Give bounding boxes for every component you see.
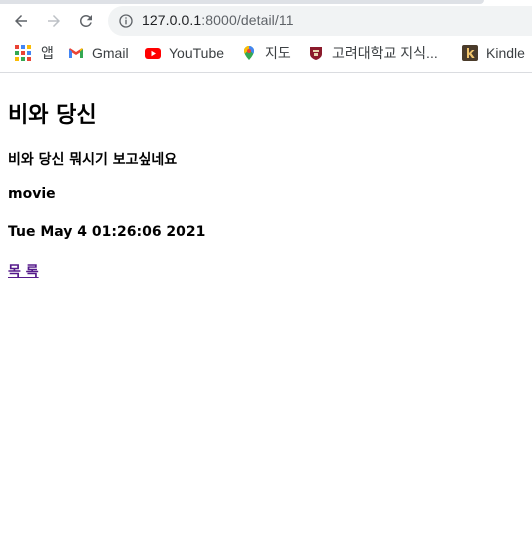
post-content: 비와 당신 뭐시기 보고싶네요	[8, 152, 178, 168]
bookmark-kindle[interactable]: Kindle	[462, 44, 525, 62]
bookmark-youtube[interactable]: YouTube	[145, 44, 224, 62]
kindle-icon	[462, 45, 478, 61]
gmail-icon	[69, 48, 83, 58]
back-button[interactable]	[7, 7, 35, 35]
browser-chrome: 127.0.0.1:8000/detail/11 앱 Gmail YouTube…	[0, 0, 532, 73]
forward-arrow-icon	[48, 15, 60, 27]
post-date: Tue May 4 01:26:06 2021	[8, 224, 206, 240]
bookmarks-bar: 앱 Gmail YouTube 지도 고려대학교 지식... Kindle	[0, 40, 532, 66]
forward-button[interactable]	[40, 7, 68, 35]
apps-icon	[15, 45, 31, 61]
bookmark-label: 지도	[265, 45, 291, 61]
bookmark-label: Gmail	[92, 45, 129, 61]
bookmark-label: 앱	[41, 45, 54, 61]
site-info-icon[interactable]	[118, 13, 134, 29]
bookmark-maps[interactable]: 지도	[241, 44, 291, 62]
back-arrow-icon	[15, 15, 27, 27]
post-category: movie	[8, 186, 56, 202]
bookmark-gmail[interactable]: Gmail	[68, 44, 129, 62]
address-bar[interactable]: 127.0.0.1:8000/detail/11	[108, 6, 532, 36]
tab-strip	[0, 0, 484, 4]
url-path: :8000/detail/11	[201, 12, 294, 28]
page-title: 비와 당신	[8, 103, 97, 128]
korea-university-icon	[310, 47, 322, 60]
url-host: 127.0.0.1	[142, 12, 202, 28]
maps-icon	[244, 46, 254, 60]
url-text[interactable]: 127.0.0.1:8000/detail/11	[142, 12, 294, 28]
reload-icon	[80, 14, 92, 27]
list-link[interactable]: 목 록	[8, 261, 39, 281]
bookmark-label: YouTube	[169, 45, 225, 61]
bookmark-label: Kindle	[486, 45, 525, 61]
youtube-icon	[145, 48, 161, 59]
bookmark-apps[interactable]: 앱	[15, 44, 54, 62]
browser-toolbar: 127.0.0.1:8000/detail/11	[0, 6, 532, 36]
bookmark-label: 고려대학교 지식...	[332, 45, 438, 61]
bookmark-korea-university[interactable]: 고려대학교 지식...	[308, 44, 438, 62]
reload-button[interactable]	[72, 7, 100, 35]
